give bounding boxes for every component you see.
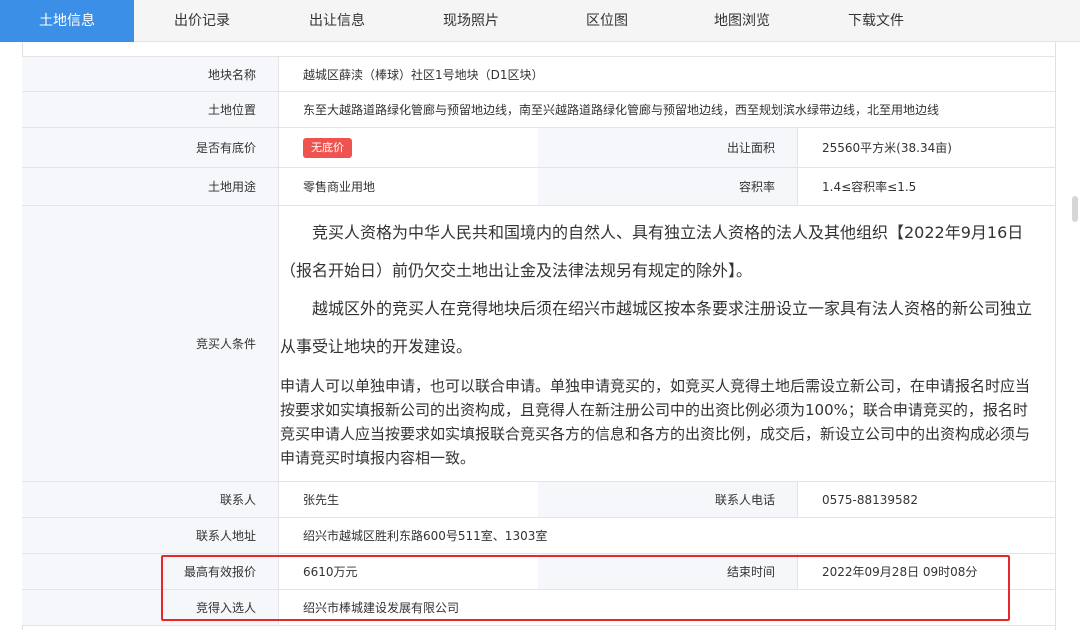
conditions-label: 竞买人条件 — [22, 206, 279, 481]
end-time-value: 2022年09月28日 09时08分 — [822, 565, 978, 579]
conditions-paragraph-1: 竞买人资格为中华人民共和国境内的自然人、具有独立法人资格的法人及其他组织【202… — [280, 223, 1024, 280]
row-location: 土地位置 东至大越路道路绿化管廊与预留地边线，南至兴越路道路绿化管廊与预留地边线… — [22, 92, 1056, 128]
location-value: 东至大越路道路绿化管廊与预留地边线，南至兴越路道路绿化管廊与预留地边线，西至规划… — [303, 103, 940, 117]
conditions-paragraph-3: 申请人可以单独申请，也可以联合申请。单独申请竞买的，如竞买人竞得土地后需设立新公… — [280, 377, 1031, 467]
row-parcel-name: 地块名称 越城区薛渎（棒球）社区1号地块（D1区块） — [22, 56, 1056, 92]
tab-bar: 土地信息 出价记录 出让信息 现场照片 区位图 地图浏览 下载文件 — [0, 0, 1080, 42]
winner-label: 竞得入选人 — [22, 590, 279, 625]
max-bid-value: 6610万元 — [303, 565, 358, 579]
address-value: 绍兴市越城区胜利东路600号511室、1303室 — [303, 529, 548, 543]
tab-download-files[interactable]: 下载文件 — [811, 0, 941, 42]
area-label: 出让面积 — [538, 128, 798, 167]
row-address: 联系人地址 绍兴市越城区胜利东路600号511室、1303室 — [22, 518, 1056, 554]
tab-bid-records[interactable]: 出价记录 — [136, 0, 268, 42]
contact-value: 张先生 — [303, 493, 340, 507]
row-reserve-area: 是否有底价 无底价 出让面积 25560平方米(38.34亩) — [22, 128, 1056, 168]
scrollbar-thumb[interactable] — [1072, 196, 1078, 222]
far-value: 1.4≤容积率≤1.5 — [822, 180, 917, 194]
row-contact: 联系人 张先生 联系人电话 0575-88139582 — [22, 482, 1056, 518]
winner-value: 绍兴市棒城建设发展有限公司 — [303, 601, 460, 615]
tab-site-photos[interactable]: 现场照片 — [405, 0, 537, 42]
tab-land-info[interactable]: 土地信息 — [0, 0, 134, 42]
parcel-name-label: 地块名称 — [22, 57, 279, 91]
phone-label: 联系人电话 — [538, 482, 798, 517]
row-max-bid: 最高有效报价 6610万元 结束时间 2022年09月28日 09时08分 — [22, 554, 1056, 590]
parcel-name-value: 越城区薛渎（棒球）社区1号地块（D1区块） — [303, 67, 544, 82]
tab-map-browse[interactable]: 地图浏览 — [676, 0, 808, 42]
end-time-label: 结束时间 — [538, 554, 798, 589]
area-value: 25560平方米(38.34亩) — [822, 141, 952, 155]
address-label: 联系人地址 — [22, 518, 279, 553]
use-label: 土地用途 — [22, 168, 279, 205]
use-value: 零售商业用地 — [303, 180, 376, 194]
far-label: 容积率 — [538, 168, 798, 205]
max-bid-label: 最高有效报价 — [22, 554, 279, 589]
no-reserve-badge: 无底价 — [303, 137, 352, 158]
conditions-paragraph-2: 越城区外的竞买人在竞得地块后须在绍兴市越城区按本条要求注册设立一家具有法人资格的… — [280, 299, 1033, 356]
tab-location-map[interactable]: 区位图 — [541, 0, 673, 42]
tab-transfer-info[interactable]: 出让信息 — [272, 0, 402, 42]
contact-label: 联系人 — [22, 482, 279, 517]
reserve-label: 是否有底价 — [22, 128, 279, 167]
conditions-text: 竞买人资格为中华人民共和国境内的自然人、具有独立法人资格的法人及其他组织【202… — [280, 214, 1040, 470]
location-label: 土地位置 — [22, 92, 279, 127]
reserve-value: 无底价 — [279, 128, 538, 167]
phone-value: 0575-88139582 — [822, 492, 918, 507]
row-use-far: 土地用途 零售商业用地 容积率 1.4≤容积率≤1.5 — [22, 168, 1056, 206]
row-winner: 竞得入选人 绍兴市棒城建设发展有限公司 — [22, 590, 1056, 626]
